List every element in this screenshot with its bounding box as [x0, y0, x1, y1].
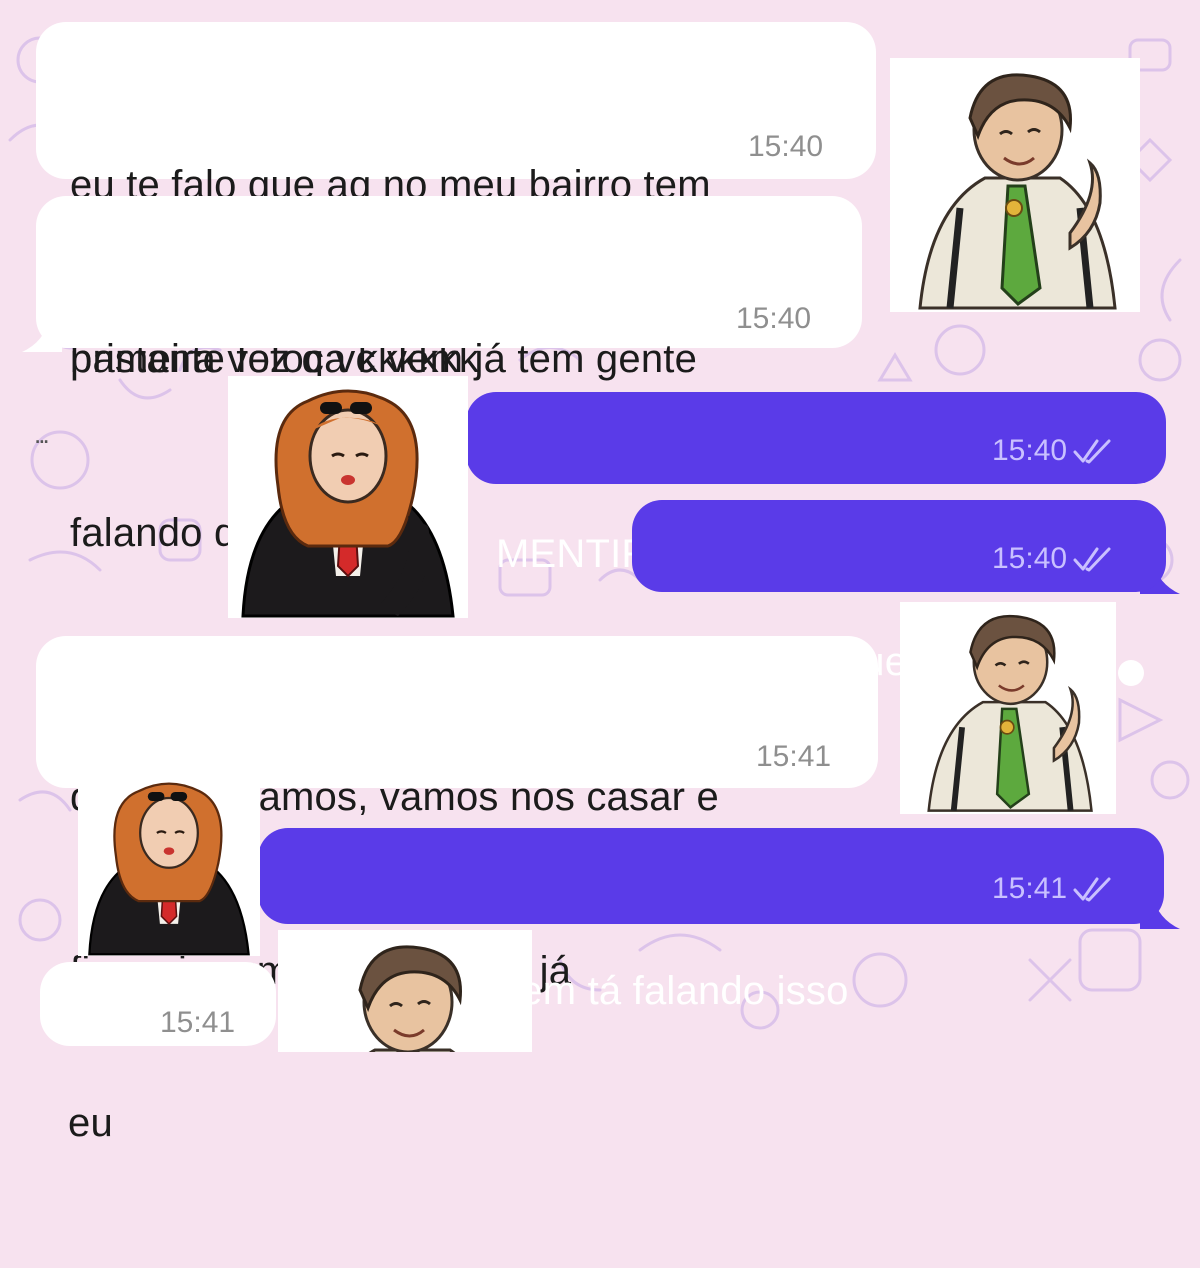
- message-bubble-outgoing[interactable]: falaram o que 15:40: [632, 500, 1166, 684]
- sticker-boy-illustration: [358, 945, 462, 1052]
- message-bubble-incoming[interactable]: eu 15:41: [40, 962, 276, 1145]
- sticker-girl[interactable]: [78, 772, 260, 956]
- sticker-boy-illustration: [927, 614, 1093, 812]
- read-ticks-icon: [1073, 439, 1111, 464]
- sticker-boy[interactable]: [278, 930, 532, 1052]
- message-bubble-outgoing[interactable]: meu jesus quem tá falando isso 15:41: [258, 828, 1164, 1013]
- message-bubble-incoming[interactable]: eu te falo que aq no meu bairro tem bast…: [36, 22, 876, 381]
- sticker-boy[interactable]: [890, 58, 1140, 312]
- message-bubble-incoming[interactable]: primeira vez q vc vem já tem gente falan…: [36, 196, 862, 555]
- sticker-girl-illustration: [241, 389, 455, 618]
- message-time: 15:41: [160, 1006, 236, 1039]
- message-text: eu: [68, 978, 113, 1268]
- read-ticks-icon: [1073, 877, 1111, 902]
- sticker-girl-illustration: [88, 782, 250, 956]
- sticker-boy-illustration: [918, 73, 1117, 310]
- message-time: 15:40: [736, 302, 812, 335]
- message-time: 15:41: [756, 740, 832, 773]
- sticker-girl[interactable]: [228, 376, 468, 618]
- message-time: 15:40: [992, 434, 1113, 468]
- message-bubble-incoming[interactable]: que se amamos, vamos nos casar e financi…: [36, 636, 878, 993]
- message-line: eu: [68, 1101, 113, 1145]
- read-ticks-icon: [1073, 547, 1111, 572]
- message-time: 15:40: [992, 542, 1113, 576]
- more-dots-icon: ...: [34, 419, 50, 449]
- scroll-indicator: [1118, 660, 1144, 686]
- message-time: 15:40: [748, 130, 824, 163]
- message-time: 15:41: [992, 872, 1113, 906]
- sticker-boy[interactable]: [900, 602, 1116, 814]
- message-bubble-outgoing[interactable]: MENTIRA KKKKKKKK 15:40: [466, 392, 1166, 576]
